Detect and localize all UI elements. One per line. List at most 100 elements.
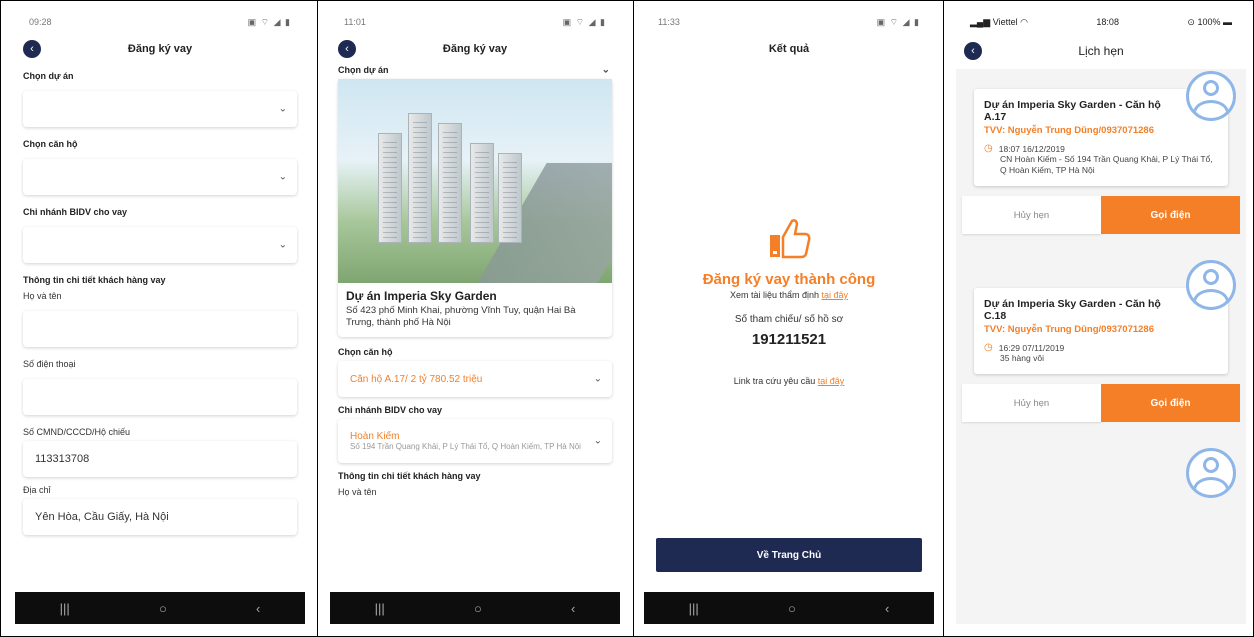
name-field[interactable] <box>23 311 297 347</box>
status-time: 11:01 <box>344 17 366 27</box>
cancel-appointment-button[interactable]: Hủy hẹn <box>962 384 1101 422</box>
chevron-down-icon: ⌄ <box>593 373 602 385</box>
project-label-text: Chọn dự án <box>338 65 389 75</box>
project-label: Chọn dự án ⌄ <box>338 65 612 76</box>
consultant-info: TVV: Nguyễn Trung Dũng/0937071286 <box>984 324 1154 335</box>
address-label: Địa chỉ <box>23 485 51 495</box>
page-title: Đăng ký vay <box>127 43 193 55</box>
android-navbar: ||| ○ ‹ <box>330 592 620 624</box>
appointment-time-text: 18:07 16/12/2019 <box>998 144 1065 154</box>
header: ‹ Đăng ký vay <box>15 33 305 65</box>
appointment-title: Dự án Imperia Sky Garden - Căn hộ A.17 <box>984 99 1161 123</box>
recent-apps-button[interactable]: ||| <box>689 601 699 616</box>
home-page-button[interactable]: Về Trang Chủ <box>656 538 922 572</box>
tower-graphic <box>470 143 494 243</box>
back-button[interactable]: ‹ <box>23 40 41 58</box>
cancel-appointment-button[interactable]: Hủy hẹn <box>962 196 1101 234</box>
ref-label: Số tham chiếu/ số hồ sơ <box>734 314 844 325</box>
status-time: 18:08 <box>1096 17 1119 27</box>
appointment-item: Dự án Imperia Sky Garden - Căn hộ A.17 T… <box>962 71 1240 234</box>
project-address: Số 423 phố Minh Khai, phường Vĩnh Tuy, q… <box>346 305 576 328</box>
chevron-left-icon: ‹ <box>971 44 975 57</box>
screen-loan-registration-form: 09:28 ▣ ⌔ ◢ ▮ ‹ Đăng ký vay Chọn dự án ⌄… <box>0 0 318 637</box>
appointment-time-text: 16:29 07/11/2019 <box>998 343 1065 353</box>
home-button[interactable]: ○ <box>788 601 796 616</box>
home-button[interactable]: ○ <box>474 601 482 616</box>
chevron-left-icon: ‹ <box>30 42 34 55</box>
chevron-down-icon: ⌄ <box>278 171 287 183</box>
page-title: Lịch hẹn <box>1078 44 1124 58</box>
apartment-select[interactable]: ⌄ <box>23 159 297 195</box>
nav-back-button[interactable]: ‹ <box>571 601 575 616</box>
chevron-down-icon[interactable]: ⌄ <box>602 65 610 76</box>
apartment-label: Chọn căn hộ <box>23 139 78 149</box>
branch-name: Hoàn Kiếm <box>350 430 400 442</box>
header: ‹ Lịch hẹn <box>956 33 1246 69</box>
status-icons: ▣ ⌔ ◢ ▮ <box>876 16 920 27</box>
project-name: Dự án Imperia Sky Garden <box>346 289 497 303</box>
header: ‹ Đăng ký vay <box>330 33 620 65</box>
thumbs-up-icon <box>766 215 812 261</box>
appointment-card[interactable]: Dự án Imperia Sky Garden - Căn hộ C.18 T… <box>974 288 1228 374</box>
page-title: Đăng ký vay <box>442 43 508 55</box>
status-carrier: ▂▄▆ Viettel ◠ <box>970 16 1028 27</box>
nav-back-button[interactable]: ‹ <box>885 601 889 616</box>
address-field[interactable]: Yên Hòa, Cầu Giấy, Hà Nội <box>23 499 297 535</box>
name-label: Họ và tên <box>23 291 62 301</box>
customer-section-title: Thông tin chi tiết khách hàng vay <box>23 275 166 285</box>
project-card[interactable]: Dự án Imperia Sky Garden Số 423 phố Minh… <box>338 79 612 337</box>
customer-section-title: Thông tin chi tiết khách hàng vay <box>338 471 481 481</box>
header: Kết quả <box>644 33 934 65</box>
appointment-note: CN Hoàn Kiếm - Số 194 Trần Quang Khải, P… <box>1000 154 1213 175</box>
form: Chọn dự án ⌄ Dự án Imperia Sky Garden Số… <box>330 65 620 497</box>
status-bar: 11:01 ▣ ⌔ ◢ ▮ <box>330 11 620 33</box>
appointment-title: Dự án Imperia Sky Garden - Căn hộ C.18 <box>984 298 1161 322</box>
apartment-label: Chọn căn hộ <box>338 347 393 357</box>
clock-icon: ◷ <box>984 143 993 154</box>
status-bar: 09:28 ▣ ⌔ ◢ ▮ <box>15 11 305 33</box>
home-button[interactable]: ○ <box>159 601 167 616</box>
name-label: Họ và tên <box>338 487 377 497</box>
battery-level: 100% <box>1197 16 1221 27</box>
project-image <box>338 79 612 283</box>
lookup-line: Link tra cứu yêu cầu tại đây <box>644 376 934 386</box>
id-value: 113313708 <box>35 453 90 465</box>
nav-back-button[interactable]: ‹ <box>256 601 260 616</box>
lookup-link[interactable]: tại đây <box>818 376 845 386</box>
chevron-left-icon: ‹ <box>345 42 349 55</box>
project-select[interactable]: ⌄ <box>23 91 297 127</box>
call-button[interactable]: Gọi điện <box>1101 196 1240 234</box>
doc-link[interactable]: tại đây <box>822 290 849 300</box>
status-time: 09:28 <box>29 17 52 27</box>
back-button[interactable]: ‹ <box>964 42 982 60</box>
form: Chọn dự án ⌄ Chọn căn hộ ⌄ Chi nhánh BID… <box>15 71 305 535</box>
back-button[interactable]: ‹ <box>338 40 356 58</box>
apartment-select[interactable]: Căn hộ A.17/ 2 tỷ 780.52 triệu ⌄ <box>338 361 612 397</box>
chevron-down-icon: ⌄ <box>593 435 602 447</box>
appointment-actions: Hủy hẹn Gọi điện <box>962 196 1240 234</box>
tower-graphic <box>378 133 402 243</box>
phone-screen: 09:28 ▣ ⌔ ◢ ▮ ‹ Đăng ký vay Chọn dự án ⌄… <box>15 11 305 624</box>
id-field[interactable]: 113313708 <box>23 441 297 477</box>
call-button[interactable]: Gọi điện <box>1101 384 1240 422</box>
avatar-icon <box>1186 260 1236 310</box>
appointment-time: ◷ 16:29 07/11/2019 <box>984 343 1218 354</box>
status-bar: 11:33 ▣ ⌔ ◢ ▮ <box>644 11 934 33</box>
android-navbar: ||| ○ ‹ <box>15 592 305 624</box>
wifi-icon: ◠ <box>1020 16 1028 27</box>
page-title: Kết quả <box>768 43 810 55</box>
phone-field[interactable] <box>23 379 297 415</box>
doc-text: Xem tài liệu thẩm định <box>729 290 819 300</box>
branch-select[interactable]: Hoàn Kiếm Số 194 Trần Quang Khải, P Lý T… <box>338 419 612 463</box>
address-value: Yên Hòa, Cầu Giấy, Hà Nội <box>35 511 169 523</box>
avatar-icon <box>1186 71 1236 121</box>
recent-apps-button[interactable]: ||| <box>375 601 385 616</box>
carrier-name: Viettel <box>992 16 1018 27</box>
recent-apps-button[interactable]: ||| <box>60 601 70 616</box>
screen-appointments: ▂▄▆ Viettel ◠ 18:08 ⊙ 100% ▬ ‹ Lịch hẹn … <box>943 0 1254 637</box>
phone-screen: 11:01 ▣ ⌔ ◢ ▮ ‹ Đăng ký vay Chọn dự án ⌄ <box>330 11 620 624</box>
success-message: Đăng ký vay thành công <box>702 271 876 288</box>
status-bar: ▂▄▆ Viettel ◠ 18:08 ⊙ 100% ▬ <box>956 11 1246 33</box>
branch-select[interactable]: ⌄ <box>23 227 297 263</box>
status-icons: ▣ ⌔ ◢ ▮ <box>247 16 291 27</box>
